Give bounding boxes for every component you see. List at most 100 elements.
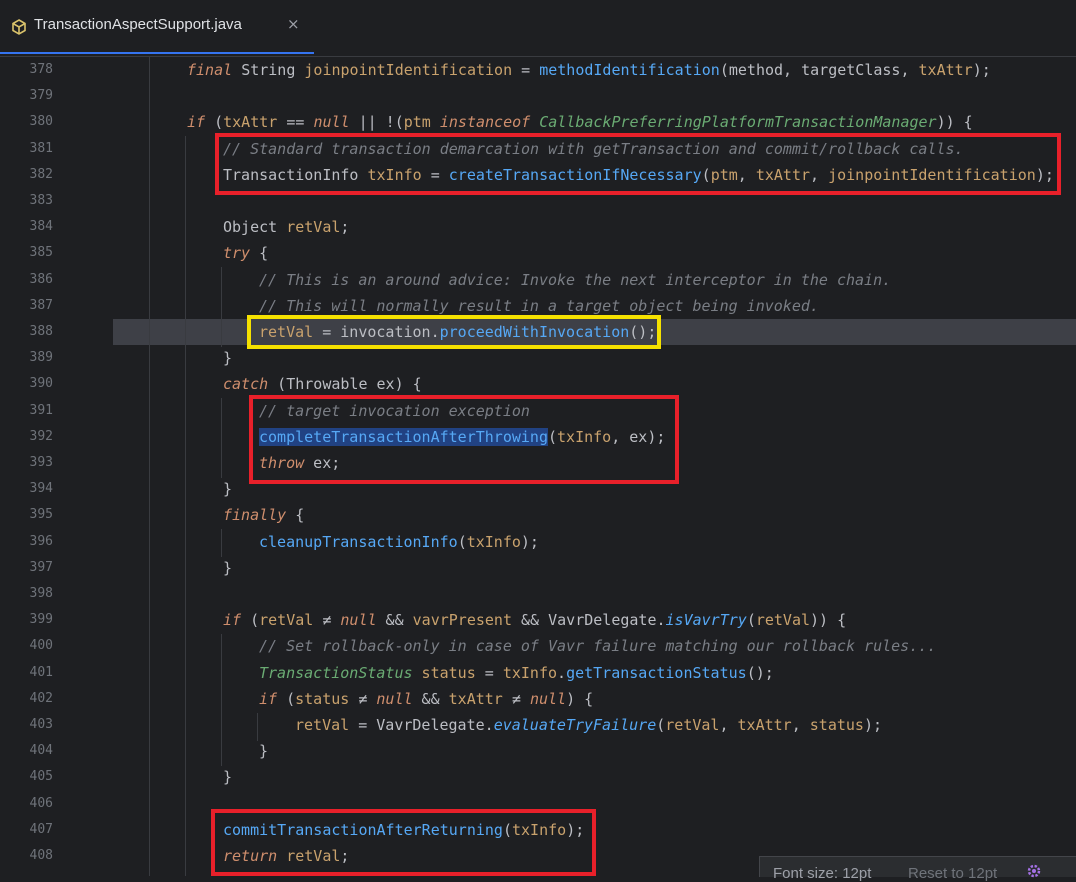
editor-tab-bar: TransactionAspectSupport.java × [0,0,1076,57]
variable: txAttr [448,689,503,708]
punctuation: { [250,244,269,263]
close-icon[interactable]: × [287,15,300,33]
keyword: if [223,611,242,630]
keyword: if [259,689,278,708]
brace: } [223,768,233,787]
method-call: cleanupTransactionInfo [259,532,458,551]
code-line-395: finally { [0,502,1076,528]
variable: txAttr [755,165,811,184]
variable: retVal [295,716,350,734]
punctuation: , [791,716,810,734]
punctuation: . [557,663,567,682]
type-name: TransactionStatus [259,663,413,682]
operator: ≠ [502,689,530,708]
variable: txAttr [223,113,278,132]
variable: ptm [403,113,431,132]
operator: = [421,165,449,184]
variable: txInfo [502,663,558,682]
keyword: throw [259,454,305,472]
code-line-387: // This will normally result in a target… [0,293,1076,319]
comment: // Set rollback-only in case of Vavr fai… [259,637,937,656]
code-line-405: } [0,764,1076,790]
variable: retVal [259,323,314,341]
code-line-382: TransactionInfo txInfo = createTransacti… [0,162,1076,188]
type-name: Throwable [286,375,368,394]
variable: txInfo [512,820,567,839]
variable: status [295,689,350,708]
tab-transaction-aspect-support[interactable]: TransactionAspectSupport.java × [0,0,314,54]
punctuation: ); [520,532,539,551]
object-ref: invocation. [340,323,440,341]
operator: == [277,113,314,132]
variable: retVal [277,218,341,237]
punctuation: ( [277,689,296,708]
variable: ptm [710,165,738,184]
comment: // This is an around advice: Invoke the … [259,270,892,289]
code-line-404: } [0,738,1076,764]
brace: } [223,349,233,368]
punctuation: , [719,716,738,734]
line-number: 383 [29,193,53,208]
punctuation: ( [746,611,756,630]
type-name: String [241,61,296,79]
comment: // This will normally result in a target… [259,296,819,315]
comment: // Standard transaction demarcation with… [223,139,964,158]
punctuation: (); [746,663,774,682]
code-line-402: if (status ≠ null && txAttr ≠ null) { [0,686,1076,712]
method-call: isVavrTry [665,611,747,630]
keyword: try [223,244,251,263]
method-call: completeTransactionAfterThrowing [259,427,548,446]
variable: txInfo [557,427,612,446]
code-line-397: } [0,555,1076,581]
operator: ≠ [313,611,341,630]
line-number: 406 [29,795,53,811]
variable: retVal [665,716,720,734]
method-call: proceedWithInvocation [439,323,630,341]
keyword: catch [223,375,269,394]
keyword: finally [223,506,287,525]
operator: && [512,611,549,630]
operator: = [313,323,341,341]
punctuation: ); [972,61,991,79]
operator: = [475,663,503,682]
punctuation: ( [656,716,666,734]
code-line-385: try { [0,240,1076,266]
keyword: final [187,61,233,79]
punctuation: ( [205,113,224,132]
line-number: 379 [29,88,53,104]
method-call: methodIdentification [539,61,720,79]
font-size-popup: Font size: 12pt Reset to 12pt [759,856,1076,882]
reset-font-size-link[interactable]: Reset to 12pt [908,865,997,882]
code-line-384: Object retVal; [0,214,1076,240]
brace: } [259,742,269,761]
variable: status [412,663,476,682]
keyword: return [223,847,278,865]
operator: = [349,716,377,734]
gear-icon[interactable] [1026,863,1042,879]
code-line-403: retVal = VavrDelegate.evaluateTryFailure… [0,712,1076,738]
punctuation: ( [241,611,260,630]
operator: && [376,611,413,630]
code-line-386: // This is an around advice: Invoke the … [0,267,1076,293]
variable: status [809,716,864,734]
arguments: (method, targetClass, [719,61,919,79]
variable: txInfo [466,532,521,551]
keyword: null [313,113,350,132]
code-line-391: // target invocation exception [0,398,1076,424]
type-name: Object [223,218,278,237]
code-line-390: catch (Throwable ex) { [0,371,1076,397]
variable: ex [367,375,395,394]
code-line-401: TransactionStatus status = txInfo.getTra… [0,660,1076,686]
code-line-389: } [0,345,1076,371]
code-line-400: // Set rollback-only in case of Vavr fai… [0,633,1076,659]
line-number: 398 [29,586,53,601]
method-call: commitTransactionAfterReturning [223,820,503,839]
punctuation: ( [502,820,512,839]
arguments: ex; [304,454,341,472]
method-call: evaluateTryFailure [493,716,657,734]
code-line-394: } [0,476,1076,502]
variable: vavrPresent [412,611,512,630]
keyword: null [529,689,567,708]
code-editor[interactable]: 378 379 380 381 382 383 384 385 386 387 … [0,57,1076,876]
punctuation: )) { [810,611,847,630]
